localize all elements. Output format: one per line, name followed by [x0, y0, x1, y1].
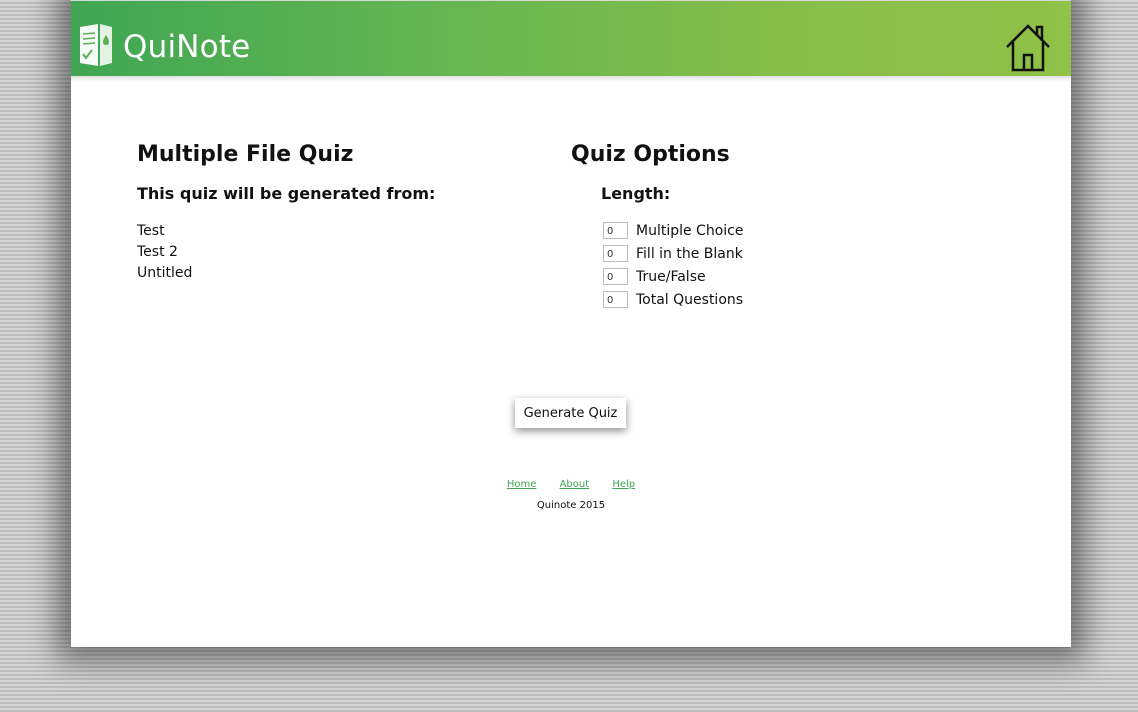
footer-nav: Home About Help: [71, 479, 1071, 490]
header-bar: QuiNote: [71, 0, 1071, 82]
list-item: Test 2: [137, 244, 178, 260]
footer-link-home[interactable]: Home: [507, 479, 537, 490]
length-options: Multiple Choice Fill in the Blank True/F…: [601, 219, 743, 311]
multiple-choice-count-input[interactable]: [603, 222, 628, 239]
copyright-text: Quinote 2015: [536, 500, 606, 511]
fill-in-blank-count-input[interactable]: [603, 245, 628, 262]
list-item: Test: [137, 223, 165, 239]
option-total-questions: Total Questions: [601, 288, 743, 311]
multiple-choice-label: Multiple Choice: [636, 222, 744, 239]
generate-quiz-button[interactable]: Generate Quiz: [515, 398, 626, 428]
option-fill-in-the-blank: Fill in the Blank: [601, 242, 743, 265]
option-multiple-choice: Multiple Choice: [601, 219, 743, 242]
page-container: QuiNote Multiple File Quiz This quiz wil…: [71, 0, 1071, 647]
footer-link-about[interactable]: About: [560, 479, 590, 490]
total-questions-input[interactable]: [603, 291, 628, 308]
footer-link-help[interactable]: Help: [612, 479, 635, 490]
length-label: Length:: [601, 184, 671, 203]
list-item: Untitled: [137, 265, 193, 281]
options-title: Quiz Options: [571, 142, 730, 167]
page-title: Multiple File Quiz: [137, 142, 354, 167]
option-true-false: True/False: [601, 265, 743, 288]
true-false-label: True/False: [636, 268, 706, 285]
total-questions-label: Total Questions: [636, 291, 744, 308]
house-icon[interactable]: [1003, 23, 1053, 73]
true-false-count-input[interactable]: [603, 268, 628, 285]
fill-in-blank-label: Fill in the Blank: [636, 245, 743, 262]
notebook-check-icon: [80, 24, 112, 66]
file-list: Test Test 2 Untitled: [137, 221, 192, 284]
app-logo-text[interactable]: QuiNote: [123, 27, 250, 67]
files-subtitle: This quiz will be generated from:: [137, 184, 436, 203]
